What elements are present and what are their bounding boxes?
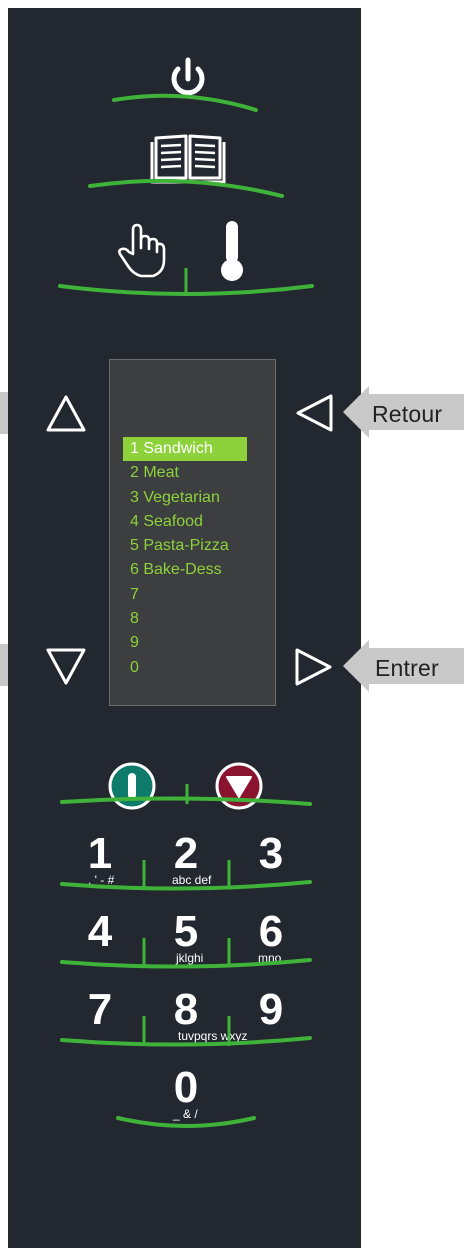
program-menu: 1 Sandwich 2 Meat 3 Vegetarian 4 Seafood… [123, 437, 247, 680]
menu-item[interactable]: 5 Pasta-Pizza [123, 534, 247, 558]
key-0-underline [116, 1116, 256, 1128]
keypad-row-1-underline [60, 860, 312, 891]
enter-callout-label: Entrer [375, 655, 439, 681]
keypad-row-2-underline [60, 938, 312, 969]
display-screen: 1 Sandwich 2 Meat 3 Vegetarian 4 Seafood… [109, 359, 276, 706]
up-arrow-icon[interactable] [44, 392, 88, 436]
menu-item[interactable]: 4 Seafood [123, 510, 247, 534]
menu-item[interactable]: 8 [123, 607, 247, 631]
menu-item[interactable]: 0 [123, 656, 247, 680]
key-0[interactable]: 0 [166, 1066, 206, 1110]
menu-item[interactable]: 7 [123, 583, 247, 607]
back-callout-label: Retour [372, 401, 443, 427]
start-stop-underline [60, 784, 312, 806]
menu-item[interactable]: 6 Bake-Dess [123, 558, 247, 582]
menu-item[interactable]: 2 Meat [123, 461, 247, 485]
menu-item[interactable]: 1 Sandwich [123, 437, 247, 462]
power-underline [112, 93, 258, 112]
down-arrow-icon[interactable] [44, 644, 88, 688]
manual-temp-underline [58, 268, 314, 296]
back-arrow-icon[interactable] [292, 391, 336, 435]
enter-arrow-icon[interactable] [292, 645, 336, 689]
menu-item[interactable]: 9 [123, 631, 247, 655]
menu-item[interactable]: 3 Vegetarian [123, 486, 247, 510]
recipe-underline [88, 178, 284, 198]
keypad-row-3-underline [60, 1016, 312, 1047]
